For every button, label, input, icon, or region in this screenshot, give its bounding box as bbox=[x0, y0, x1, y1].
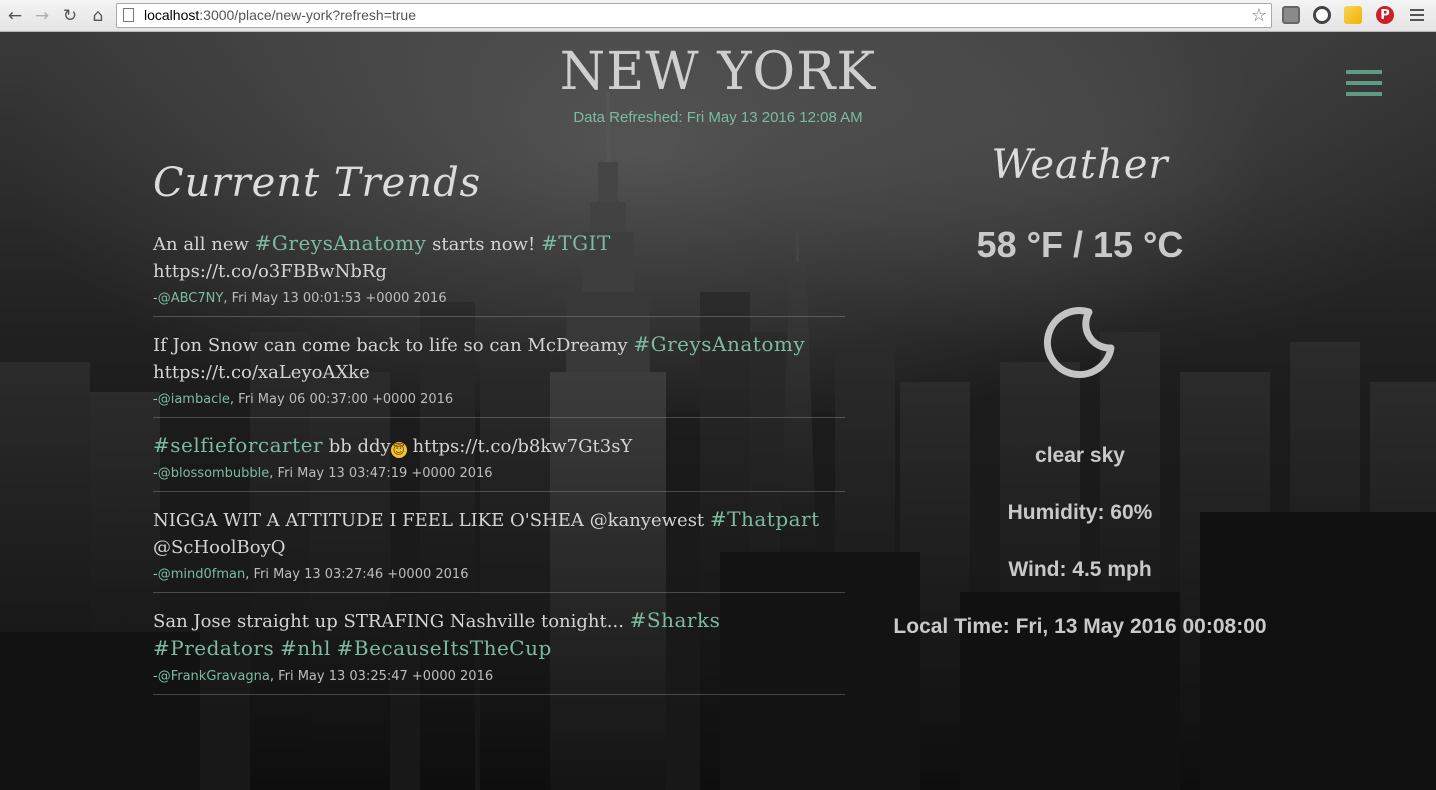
tweet-item: If Jon Snow can come back to life so can… bbox=[153, 331, 845, 418]
humidity: Humidity: 60% bbox=[1007, 501, 1153, 524]
tweet-username-link[interactable]: @FrankGravagna bbox=[158, 669, 270, 684]
tweet-list: An all new #GreysAnatomy starts now! #TG… bbox=[153, 230, 845, 709]
wind: Wind: 4.5 mph bbox=[1008, 558, 1152, 581]
pinterest-icon[interactable]: P bbox=[1376, 6, 1394, 24]
url-path: :3000/place/new-york?refresh=true bbox=[199, 7, 416, 23]
tweet-item: An all new #GreysAnatomy starts now! #TG… bbox=[153, 230, 845, 317]
hashtag-link[interactable]: #nhl bbox=[280, 636, 331, 660]
extension-icon[interactable] bbox=[1344, 6, 1362, 24]
hashtag-link[interactable]: #BecauseItsTheCup bbox=[337, 636, 552, 660]
tweet-text: An all new #GreysAnatomy starts now! #TG… bbox=[153, 230, 845, 285]
hashtag-link[interactable]: #GreysAnatomy bbox=[633, 332, 805, 356]
tweet-date: , Fri May 06 00:37:00 +0000 2016 bbox=[229, 392, 454, 407]
home-icon[interactable]: ⌂ bbox=[87, 5, 109, 27]
hashtag-link[interactable]: #GreysAnatomy bbox=[255, 231, 427, 255]
weather-heading: Weather bbox=[991, 142, 1169, 188]
tweet-text-segment: https://t.co/b8kw7Gt3sY bbox=[406, 436, 633, 457]
browser-toolbar: ← → ↻ ⌂ localhost:3000/place/new-york?re… bbox=[0, 0, 1436, 32]
back-icon[interactable]: ← bbox=[4, 5, 26, 27]
tweet-text: If Jon Snow can come back to life so can… bbox=[153, 331, 845, 386]
tweet-text-segment: San Jose straight up STRAFING Nashville … bbox=[153, 611, 630, 632]
tweet-date: , Fri May 13 03:47:19 +0000 2016 bbox=[269, 466, 493, 481]
tweet-text-segment: @ScHoolBoyQ bbox=[153, 537, 286, 558]
tweet-text-segment: NIGGA WIT A ATTITUDE I FEEL LIKE O'SHEA … bbox=[153, 510, 710, 531]
tweet-meta: -@iambacle, Fri May 06 00:37:00 +0000 20… bbox=[153, 392, 454, 407]
tweet-meta: -@ABC7NY, Fri May 13 00:01:53 +0000 2016 bbox=[153, 291, 447, 306]
tweet-text-segment: If Jon Snow can come back to life so can… bbox=[153, 335, 634, 356]
tweet-text-segment: bb ddy bbox=[323, 436, 391, 457]
tweet-text: NIGGA WIT A ATTITUDE I FEEL LIKE O'SHEA … bbox=[153, 506, 845, 561]
hashtag-link[interactable]: #Predators bbox=[153, 636, 274, 660]
tweet-text-segment: https://t.co/o3FBBwNbRg bbox=[153, 261, 387, 282]
hashtag-link[interactable]: #selfieforcarter bbox=[153, 433, 323, 457]
data-refreshed-label: Data Refreshed: Fri May 13 2016 12:08 AM bbox=[573, 109, 863, 126]
tweet-item: NIGGA WIT A ATTITUDE I FEEL LIKE O'SHEA … bbox=[153, 506, 845, 593]
page-icon bbox=[123, 8, 134, 22]
tweet-date: , Fri May 13 00:01:53 +0000 2016 bbox=[223, 291, 447, 306]
weather-panel: Weather 58 °F / 15 °C clear sky Humidity… bbox=[880, 142, 1280, 639]
weather-condition: clear sky bbox=[1035, 444, 1125, 467]
tweet-item: San Jose straight up STRAFING Nashville … bbox=[153, 607, 845, 695]
tweet-date: , Fri May 13 03:25:47 +0000 2016 bbox=[269, 669, 494, 684]
emoji-icon: 😇 bbox=[390, 442, 407, 458]
tweet-username-link[interactable]: @mind0fman bbox=[158, 567, 245, 582]
tweet-text-segment: https://t.co/xaLeyoAXke bbox=[153, 362, 370, 383]
tweet-text: San Jose straight up STRAFING Nashville … bbox=[153, 607, 845, 663]
url-host: localhost bbox=[144, 7, 200, 23]
tweet-text-segment: starts now! bbox=[426, 234, 541, 255]
page: NEW YORK Data Refreshed: Fri May 13 2016… bbox=[0, 32, 1436, 790]
tweet-username-link[interactable]: @iambacle bbox=[158, 392, 230, 407]
moon-crescent-icon bbox=[1043, 306, 1117, 380]
forward-icon[interactable]: → bbox=[31, 5, 53, 27]
local-time: Local Time: Fri, 13 May 2016 00:08:00 bbox=[893, 615, 1267, 638]
trends-heading: Current Trends bbox=[153, 160, 482, 206]
hashtag-link[interactable]: #Sharks bbox=[630, 608, 721, 632]
reload-icon[interactable]: ↻ bbox=[59, 5, 81, 27]
tweet-username-link[interactable]: @blossombubble bbox=[158, 466, 270, 481]
bookmark-star-icon[interactable]: ☆ bbox=[1251, 5, 1267, 26]
tweet-text: #selfieforcarter bb ddy 😇 https://t.co/b8… bbox=[153, 432, 845, 460]
hashtag-link[interactable]: #TGIT bbox=[541, 231, 611, 255]
extension-icon[interactable] bbox=[1282, 6, 1300, 24]
tweet-item: #selfieforcarter bb ddy 😇 https://t.co/b8… bbox=[153, 432, 845, 492]
browser-menu-icon[interactable] bbox=[1410, 9, 1424, 23]
temperature: 58 °F / 15 °C bbox=[976, 224, 1184, 265]
tweet-username-link[interactable]: @ABC7NY bbox=[158, 291, 224, 306]
tweet-text-segment: An all new bbox=[153, 234, 255, 255]
url-text[interactable]: localhost:3000/place/new-york?refresh=tr… bbox=[144, 7, 416, 23]
hashtag-link[interactable]: #Thatpart bbox=[710, 507, 820, 531]
extension-icon[interactable] bbox=[1313, 6, 1331, 24]
city-title: NEW YORK bbox=[559, 42, 877, 102]
tweet-date: , Fri May 13 03:27:46 +0000 2016 bbox=[245, 567, 469, 582]
address-bar[interactable]: localhost:3000/place/new-york?refresh=tr… bbox=[116, 3, 1272, 28]
tweet-meta: -@blossombubble, Fri May 13 03:47:19 +00… bbox=[153, 466, 493, 481]
tweet-meta: -@FrankGravagna, Fri May 13 03:25:47 +00… bbox=[153, 669, 494, 684]
tweet-meta: -@mind0fman, Fri May 13 03:27:46 +0000 2… bbox=[153, 567, 469, 582]
